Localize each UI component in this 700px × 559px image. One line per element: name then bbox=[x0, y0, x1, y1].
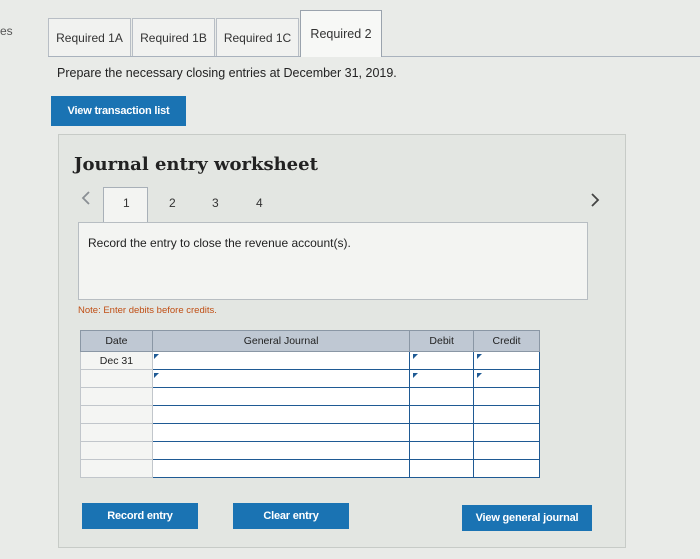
worksheet-title: Journal entry worksheet bbox=[74, 154, 318, 175]
journal-header-row: Date General Journal Debit Credit bbox=[80, 330, 540, 352]
debit-input[interactable] bbox=[409, 441, 475, 460]
debit-input[interactable] bbox=[409, 423, 475, 442]
table-row: Dec 31 bbox=[80, 351, 540, 370]
cell-marker-icon bbox=[154, 373, 159, 378]
page-4[interactable]: 4 bbox=[256, 196, 263, 210]
account-input[interactable] bbox=[151, 405, 411, 424]
credit-input[interactable] bbox=[473, 459, 540, 478]
debit-input[interactable] bbox=[409, 369, 475, 388]
credit-input[interactable] bbox=[473, 387, 540, 406]
account-input[interactable] bbox=[151, 387, 411, 406]
credit-input[interactable] bbox=[473, 441, 540, 460]
note-text: Note: Enter debits before credits. bbox=[78, 305, 217, 316]
cell-marker-icon bbox=[154, 354, 159, 359]
cell-marker-icon bbox=[477, 354, 482, 359]
table-row bbox=[80, 369, 540, 388]
tab-bar: Required 1A Required 1B Required 1C Requ… bbox=[48, 10, 700, 57]
record-instruction-box bbox=[78, 222, 588, 300]
account-input[interactable] bbox=[151, 369, 411, 388]
page-2[interactable]: 2 bbox=[169, 196, 176, 210]
record-entry-button[interactable]: Record entry bbox=[82, 503, 198, 529]
date-cell bbox=[80, 423, 153, 442]
tab-required-1a[interactable]: Required 1A bbox=[48, 18, 131, 56]
account-input[interactable] bbox=[151, 459, 411, 478]
table-row bbox=[80, 459, 540, 478]
table-row bbox=[80, 387, 540, 406]
tab-required-1c[interactable]: Required 1C bbox=[216, 18, 299, 56]
credit-input[interactable] bbox=[473, 351, 540, 370]
date-cell bbox=[80, 405, 153, 424]
cell-marker-icon bbox=[413, 354, 418, 359]
date-cell bbox=[80, 387, 153, 406]
credit-input[interactable] bbox=[473, 369, 540, 388]
view-general-journal-button[interactable]: View general journal bbox=[462, 505, 592, 531]
page-1[interactable]: 1 bbox=[123, 196, 130, 210]
debit-input[interactable] bbox=[409, 405, 475, 424]
tab-required-2[interactable]: Required 2 bbox=[300, 10, 382, 57]
account-input[interactable] bbox=[151, 423, 411, 442]
debit-input[interactable] bbox=[409, 387, 475, 406]
cell-marker-icon bbox=[413, 373, 418, 378]
date-cell bbox=[80, 441, 153, 460]
clear-entry-button[interactable]: Clear entry bbox=[233, 503, 349, 529]
date-cell bbox=[80, 459, 153, 478]
account-input[interactable] bbox=[151, 351, 411, 370]
table-row bbox=[80, 441, 540, 460]
credit-header: Credit bbox=[473, 330, 540, 352]
account-input[interactable] bbox=[151, 441, 411, 460]
debit-input[interactable] bbox=[409, 351, 475, 370]
journal-table: Date General Journal Debit Credit Dec 31 bbox=[80, 330, 540, 478]
table-row bbox=[80, 405, 540, 424]
tab-required-1b[interactable]: Required 1B bbox=[132, 18, 215, 56]
general-journal-header: General Journal bbox=[151, 330, 411, 352]
instruction-text: Prepare the necessary closing entries at… bbox=[57, 66, 397, 80]
view-transaction-list-button[interactable]: View transaction list bbox=[51, 96, 186, 126]
cropped-edge-text: es bbox=[0, 24, 13, 38]
record-instruction-text: Record the entry to close the revenue ac… bbox=[88, 236, 351, 250]
date-header: Date bbox=[80, 330, 153, 352]
debit-header: Debit bbox=[409, 330, 475, 352]
table-row bbox=[80, 423, 540, 442]
credit-input[interactable] bbox=[473, 405, 540, 424]
cell-marker-icon bbox=[477, 373, 482, 378]
date-cell bbox=[80, 369, 153, 388]
date-cell: Dec 31 bbox=[80, 351, 153, 370]
chevron-right-icon[interactable] bbox=[589, 192, 601, 213]
debit-input[interactable] bbox=[409, 459, 475, 478]
page-3[interactable]: 3 bbox=[212, 196, 219, 210]
credit-input[interactable] bbox=[473, 423, 540, 442]
chevron-left-icon[interactable] bbox=[80, 190, 92, 211]
